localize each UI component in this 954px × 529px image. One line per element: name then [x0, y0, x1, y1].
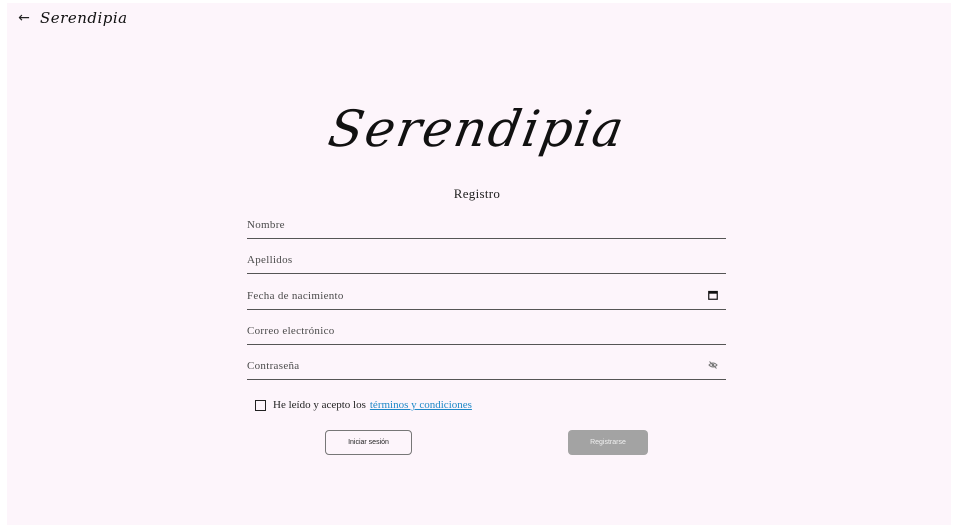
- nombre-input[interactable]: [247, 216, 687, 234]
- correo-field-container: [247, 316, 726, 345]
- correo-input[interactable]: [247, 322, 687, 340]
- eye-off-icon[interactable]: [708, 360, 718, 370]
- terms-link[interactable]: términos y condiciones: [370, 399, 472, 411]
- header-brand: Serendipia: [40, 9, 128, 27]
- logo: Serendipia: [324, 100, 630, 158]
- top-bar: ← Serendipia: [14, 6, 128, 30]
- terms-row: He leído y acepto los términos y condici…: [255, 399, 472, 411]
- fecha-nacimiento-input[interactable]: [247, 287, 687, 305]
- terms-text: He leído y acepto los: [273, 399, 366, 411]
- calendar-icon[interactable]: [708, 290, 718, 300]
- arrow-left-icon: ←: [18, 10, 30, 26]
- fecha-field-container: [247, 281, 726, 310]
- apellidos-input[interactable]: [247, 251, 687, 269]
- register-button[interactable]: Registrarse: [568, 430, 648, 455]
- terms-checkbox[interactable]: [255, 399, 266, 411]
- contrasena-field-container: [247, 351, 726, 380]
- back-button[interactable]: ←: [14, 8, 34, 28]
- nombre-field-container: [247, 210, 726, 239]
- contrasena-input[interactable]: [247, 357, 687, 375]
- login-button[interactable]: Iniciar sesión: [325, 430, 412, 455]
- form-title: Registro: [453, 186, 501, 201]
- apellidos-field-container: [247, 245, 726, 274]
